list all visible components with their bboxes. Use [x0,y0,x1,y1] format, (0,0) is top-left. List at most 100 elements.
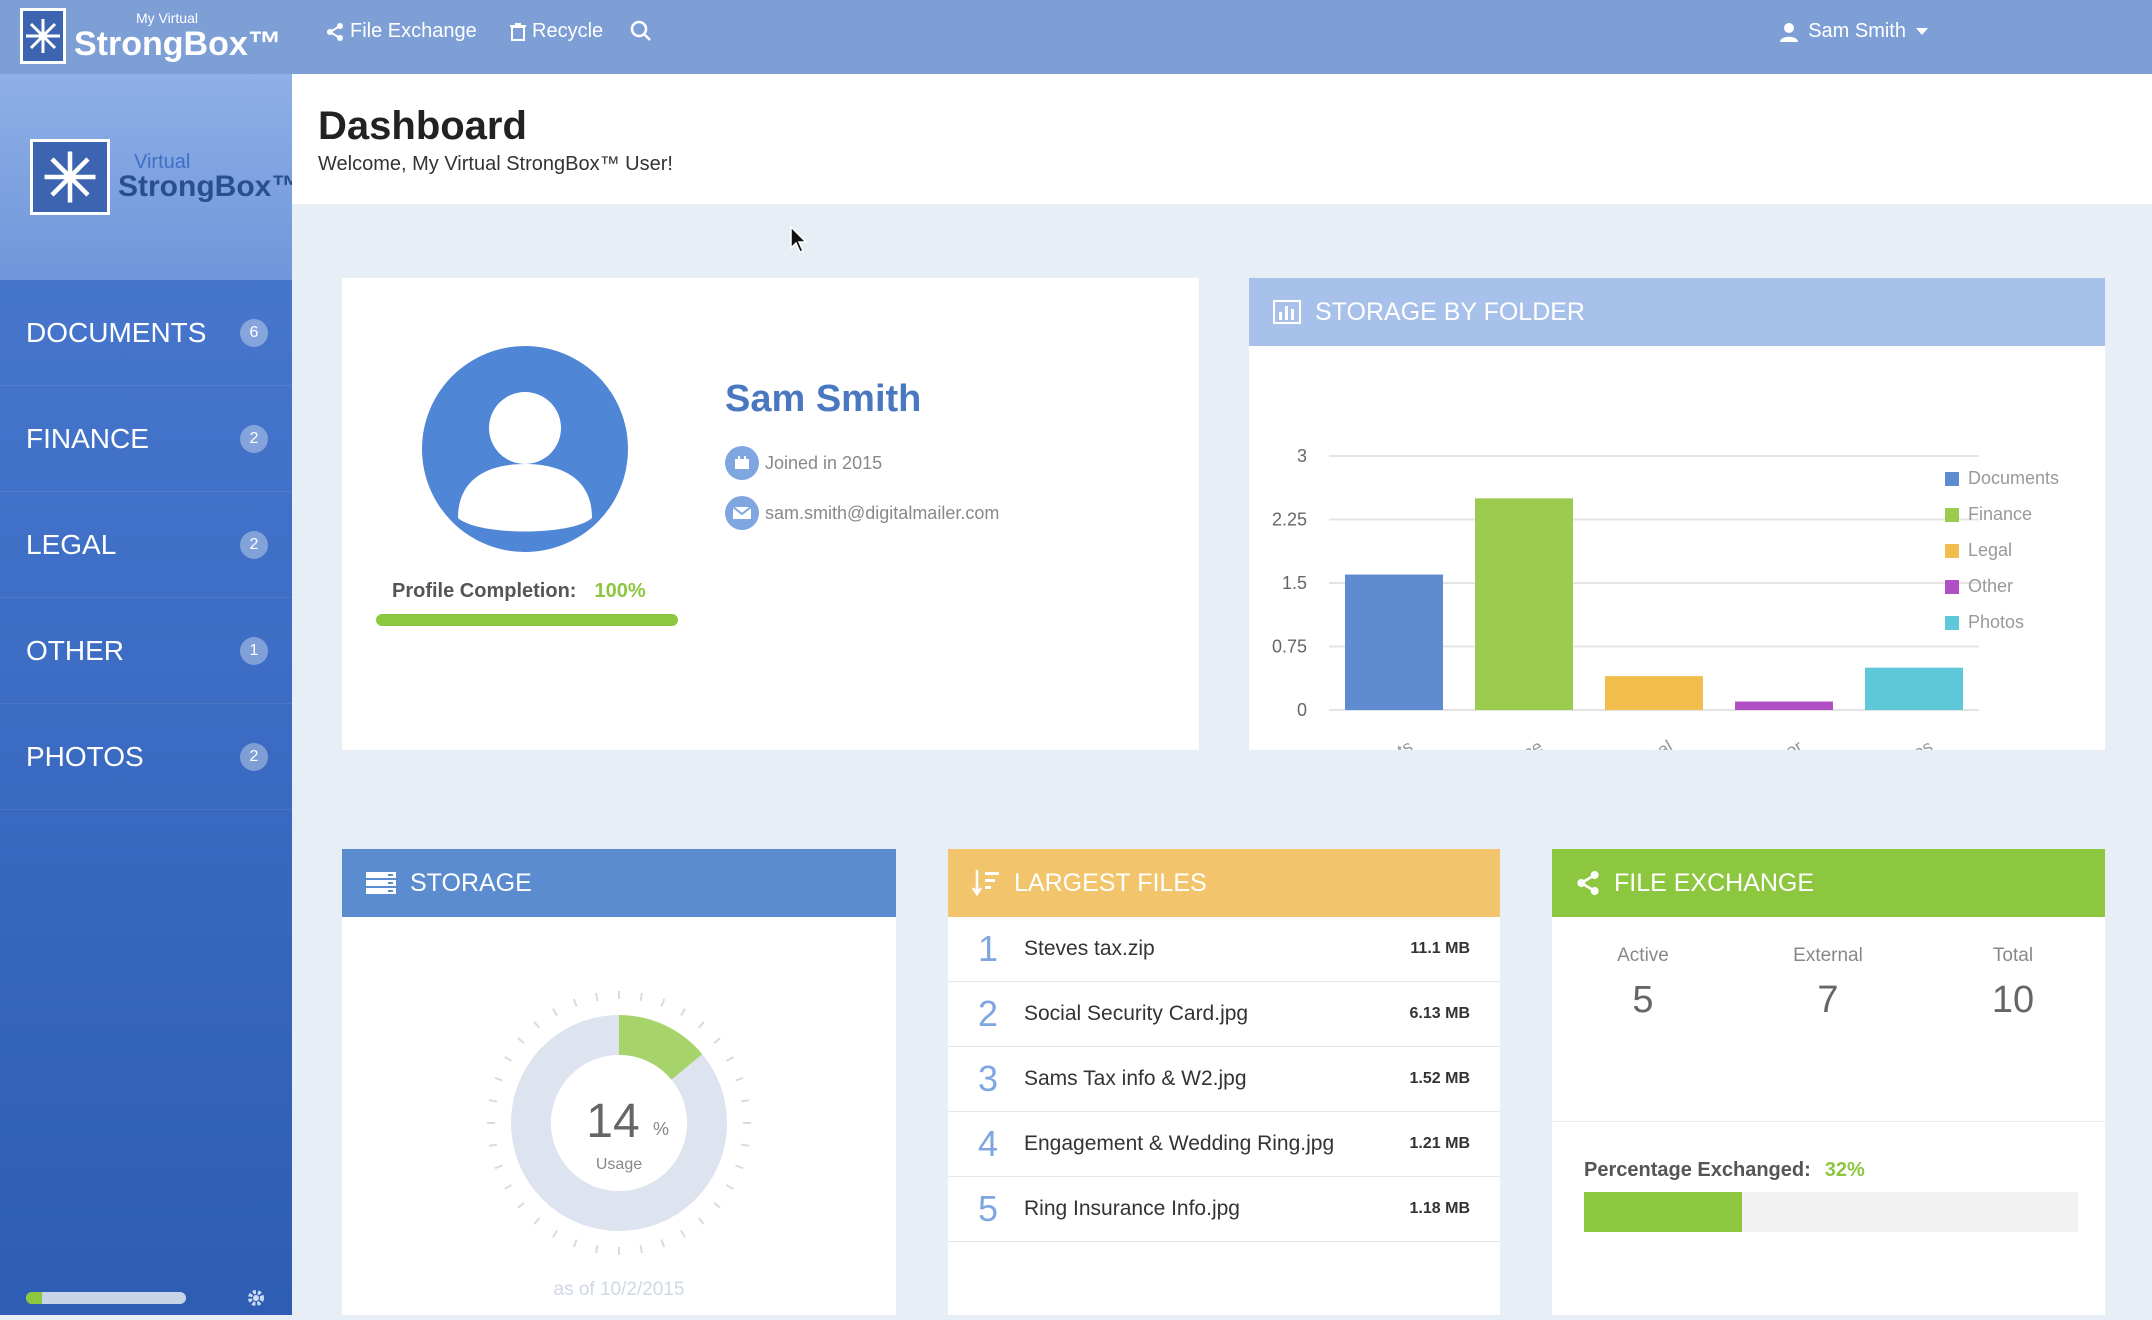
file-name: Sams Tax info & W2.jpg [1024,1067,1247,1090]
sidebar-item-label: LEGAL [26,528,117,560]
usage-unit: % [653,1119,669,1139]
panel-title: STORAGE [410,868,532,897]
file-size: 1.18 MB [1409,1200,1470,1217]
gauge-tick [552,1229,558,1238]
sidebar-item-legal[interactable]: LEGAL 2 [0,492,292,598]
legend-swatch [1945,472,1959,486]
file-row[interactable]: 3 Sams Tax info & W2.jpg 1.52 MB [948,1047,1500,1112]
legend-label: Other [1968,576,2013,596]
sidebar-logo-small: Virtual [134,151,191,173]
profile-completion-text: Profile Completion: [392,580,577,602]
file-rank: 3 [978,1058,999,1099]
brand-logo[interactable]: My Virtual StrongBox™ [20,4,282,68]
usage-label: Usage [596,1156,642,1173]
gauge-tick [488,1143,498,1147]
snowflake-logo-icon [20,8,66,64]
legend-label: Legal [1968,540,2012,560]
snowflake-logo-icon [30,139,110,215]
file-size: 6.13 MB [1409,1005,1470,1022]
file-name: Steves tax.zip [1024,937,1155,960]
storage-by-folder-panel: STORAGE BY FOLDER 0 0.75 1.5 2.25 3 Documents… [1249,278,2105,799]
email-row: sam.smith@digitalmailer.com [725,496,999,530]
usage-donut-gauge: 14 % Usage as of 10/2/2015 [487,991,751,1300]
gauge-tick [552,1008,558,1017]
sidebar-item-finance[interactable]: FINANCE 2 [0,386,292,492]
page-header: Dashboard Welcome, My Virtual StrongBox™… [292,74,2152,204]
file-row[interactable]: 5 Ring Insurance Info.jpg 1.18 MB [948,1177,1500,1242]
legend-swatch [1945,508,1959,522]
gauge-tick [680,1229,686,1238]
usage-value: 14 [586,1095,639,1148]
gauge-tick [725,1056,734,1062]
user-icon [1780,22,1799,42]
y-tick-label: 1.5 [1282,573,1307,593]
user-menu[interactable]: Sam Smith [1780,20,1928,43]
gauge-tick [735,1076,744,1082]
y-tick-label: 3 [1297,446,1307,466]
as-of-date: as of 10/2/2015 [554,1279,685,1300]
gauge-tick [494,1076,503,1082]
joined-text: Joined in 2015 [765,452,883,473]
sidebar-item-label: FINANCE [26,422,149,454]
stat-label: External [1793,945,1863,966]
divider [1552,1121,2105,1122]
legend-label: Documents [1968,468,2059,488]
sidebar-item-label: PHOTOS [26,740,144,772]
y-tick-label: 2.25 [1272,510,1307,530]
sidebar-item-photos[interactable]: PHOTOS 2 [0,704,292,810]
storage-panel: STORAGE 14% Usage as of 10/2/2015 [342,849,896,1315]
file-rank: 5 [978,1188,999,1229]
gauge-tick [517,1037,525,1045]
trash-icon [510,22,526,41]
page-title: Dashboard [318,104,527,148]
gauge-tick [660,1239,666,1248]
gauge-tick [713,1037,721,1045]
legend-swatch [1945,544,1959,558]
gauge-tick [494,1164,503,1170]
email-text[interactable]: sam.smith@digitalmailer.com [765,503,999,524]
gauge-tick [504,1056,513,1062]
gauge-tick [740,1099,750,1103]
sidebar-item-label: OTHER [26,634,124,666]
nav-file-exchange[interactable]: File Exchange [326,20,477,43]
x-tick-label: Photos [1877,736,1936,750]
profile-completion-value: 100% [594,580,646,602]
x-tick-label: Legal [1628,736,1676,750]
stat-label: Active [1617,945,1669,966]
gauge-tick [533,1217,541,1225]
panel-title: LARGEST FILES [1014,868,1207,897]
sidebar-item-documents[interactable]: DOCUMENTS 6 [0,280,292,386]
sidebar-footer [26,1281,266,1315]
share-icon [327,22,343,41]
count-badge: 1 [240,636,268,665]
nav-recycle[interactable]: Recycle [510,20,603,43]
bar-legal [1605,676,1703,710]
count-badge: 2 [240,424,268,453]
gauge-tick [740,1143,750,1147]
gauge-tick [697,1217,705,1225]
gear-icon[interactable] [246,1288,266,1308]
file-row[interactable]: 2 Social Security Card.jpg 6.13 MB [948,982,1500,1047]
mouse-cursor-icon [790,226,808,253]
percentage-exchanged-text: Percentage Exchanged: [1584,1159,1811,1181]
top-navbar: My Virtual StrongBox™ File Exchange Recy… [0,0,2152,74]
search-button[interactable] [630,20,652,42]
file-exchange-panel: FILE EXCHANGE Active 5 External 7 Total … [1552,849,2105,1315]
stat-label: Total [1992,945,2034,966]
y-tick-label: 0.75 [1272,637,1307,657]
sidebar: Virtual StrongBox™ DOCUMENTS 6 FINANCE 2… [0,74,301,1315]
search-icon [630,20,651,41]
user-name: Sam Smith [1808,20,1906,42]
sidebar-item-other[interactable]: OTHER 1 [0,598,292,704]
bar-documents [1345,574,1443,710]
file-row[interactable]: 1 Steves tax.zip 11.1 MB [948,917,1500,982]
file-name: Ring Insurance Info.jpg [1024,1197,1240,1220]
profile-panel: Profile Completion: 100% Sam Smith Joined… [342,278,1199,750]
file-row[interactable]: 4 Engagement & Wedding Ring.jpg 1.21 MB [948,1112,1500,1177]
stat-value: 10 [1991,979,2035,1021]
quota-progress-bar [26,1292,186,1304]
percentage-exchanged-bar [1584,1192,2078,1232]
sidebar-item-label: DOCUMENTS [26,316,207,348]
stat-value: 5 [1632,979,1654,1021]
total-stat: Total 10 [1938,945,2088,1022]
